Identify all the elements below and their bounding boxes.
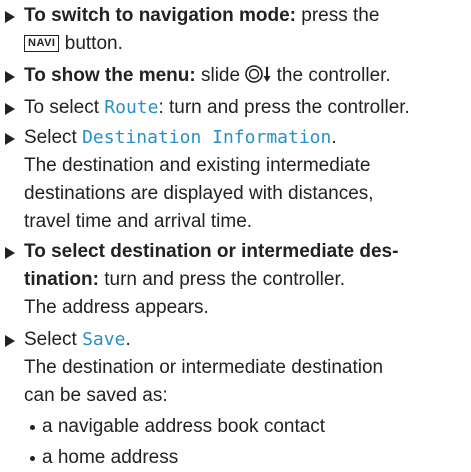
list-item: a navigable address book contact bbox=[0, 413, 471, 441]
step-show-menu: To show the menu: slide the controller. bbox=[0, 62, 471, 90]
step-text: : turn and press the controller. bbox=[158, 97, 410, 118]
step-heading: tination: bbox=[24, 269, 99, 290]
step-text: Select bbox=[24, 329, 77, 350]
step-arrow-icon bbox=[5, 133, 15, 145]
list-item: a home address bbox=[0, 444, 471, 472]
save-menu-item: Save bbox=[82, 329, 126, 350]
step-text: . bbox=[331, 127, 337, 148]
step-text: the controller. bbox=[276, 65, 391, 86]
step-result: destinations are displayed with distance… bbox=[24, 183, 374, 204]
step-text: Select bbox=[24, 127, 77, 148]
step-arrow-icon bbox=[5, 71, 15, 83]
step-text: turn and press the controller. bbox=[104, 269, 346, 290]
step-heading: To show the menu: bbox=[24, 65, 196, 86]
bullet-icon bbox=[30, 456, 35, 461]
step-select-destination: To select destination or intermediate de… bbox=[0, 238, 471, 322]
instruction-page: To switch to navigation mode: press the … bbox=[0, 0, 471, 468]
step-result: can be saved as: bbox=[24, 385, 168, 406]
step-result: The destination and existing intermediat… bbox=[24, 155, 371, 176]
step-result: travel time and arrival time. bbox=[24, 211, 253, 232]
step-heading: To select destination or intermediate de… bbox=[24, 241, 399, 262]
navi-button-label: NAVI bbox=[24, 35, 60, 52]
step-arrow-icon bbox=[5, 11, 15, 23]
step-arrow-icon bbox=[5, 103, 15, 115]
step-arrow-icon bbox=[5, 247, 15, 259]
step-text: press the bbox=[301, 5, 380, 26]
bullet-icon bbox=[30, 425, 35, 430]
step-arrow-icon bbox=[5, 335, 15, 347]
step-text: button. bbox=[64, 33, 123, 54]
destination-information-menu-item: Destination Information bbox=[82, 127, 332, 148]
step-select-route: To select Route: turn and press the cont… bbox=[0, 94, 471, 122]
step-result: The address appears. bbox=[24, 297, 209, 318]
step-text: To select bbox=[24, 97, 99, 118]
step-destination-information: Select Destination Information. The dest… bbox=[0, 124, 471, 236]
step-text: slide bbox=[200, 65, 241, 86]
step-text: . bbox=[125, 329, 131, 350]
step-heading: To switch to navigation mode: bbox=[24, 5, 296, 26]
step-select-save: Select Save. The destination or intermed… bbox=[0, 326, 471, 472]
step-navigation-mode: To switch to navigation mode: press the … bbox=[0, 2, 471, 58]
route-menu-item: Route bbox=[104, 97, 159, 118]
step-result: The destination or intermediate destinat… bbox=[24, 357, 384, 378]
controller-slide-down-icon bbox=[245, 64, 271, 84]
